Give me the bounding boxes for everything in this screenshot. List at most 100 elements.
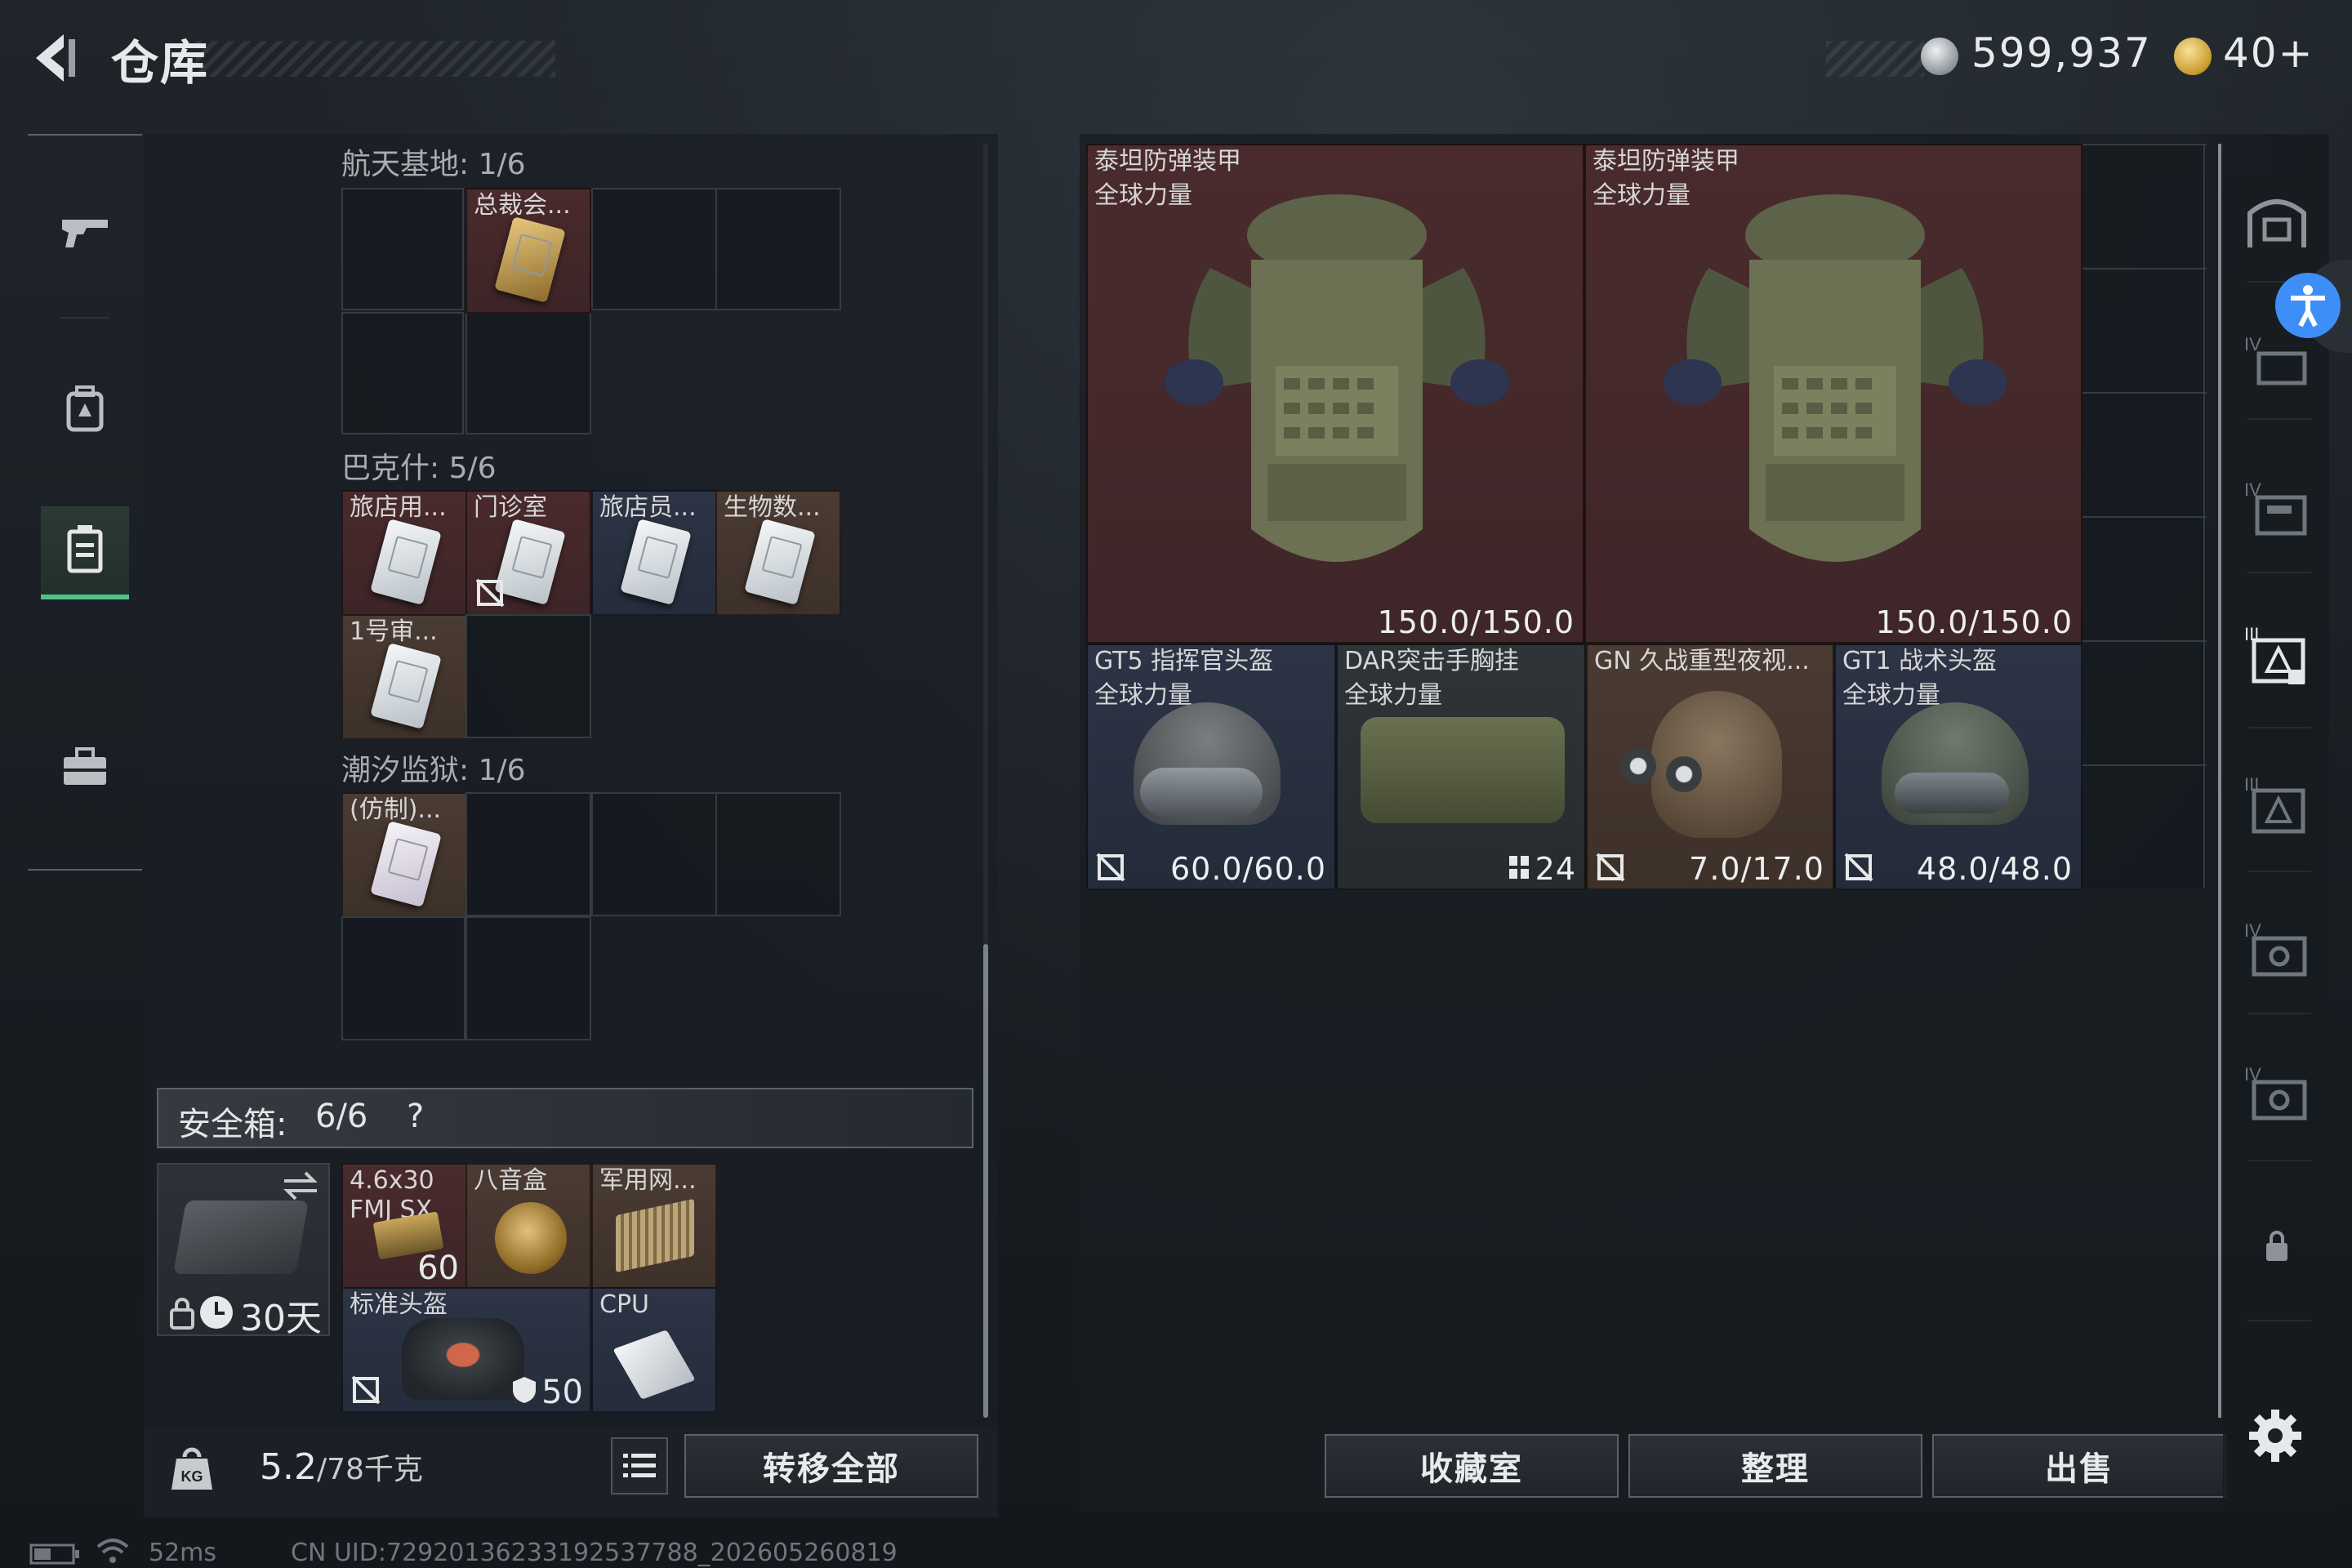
safe-box-count: 6/6 (315, 1098, 368, 1135)
item-name: GT1 战术头盔 (1842, 647, 1998, 675)
item-label: CPU (599, 1290, 649, 1319)
item-label: 八音盒 (474, 1166, 547, 1195)
safe-item[interactable]: CPU (591, 1287, 717, 1413)
current-weight: 5.2 (260, 1446, 317, 1488)
item-label: 1号审... (350, 617, 438, 646)
keycard-icon (370, 643, 442, 729)
keycard-icon (370, 821, 442, 907)
accessibility-button[interactable] (2275, 273, 2341, 338)
chest-rig-item[interactable]: DAR突击手胸挂 全球力量 24 (1336, 644, 1586, 890)
right-scrollbar[interactable] (2218, 144, 2221, 1418)
safe-case-icon (173, 1200, 309, 1274)
safe-item[interactable]: 4.6x30 FMJ SX 60 (341, 1163, 467, 1289)
nvg-lens-icon (1620, 748, 1656, 784)
body-armor-icon (1663, 194, 2007, 562)
backpack-icon (62, 384, 108, 436)
item-label: 总裁会... (474, 191, 571, 220)
cpu-icon (612, 1330, 696, 1400)
currency-stripe (1826, 41, 1924, 77)
no-trade-icon (351, 1375, 381, 1405)
storage-tab-main[interactable] (2239, 183, 2314, 258)
help-icon[interactable]: ? (407, 1098, 424, 1135)
keycard-case-icon (65, 523, 105, 577)
gun-icon (59, 212, 111, 256)
keycard-icon (494, 216, 566, 303)
item-label: 生物数... (724, 493, 821, 522)
wifi-icon (95, 1535, 131, 1568)
battery-icon (29, 1542, 82, 1568)
safe-item[interactable]: 军用网... (591, 1163, 717, 1289)
visor-icon (1140, 768, 1263, 817)
keycard-item[interactable]: 生物数... (715, 490, 841, 616)
keycard-item[interactable]: 门诊室 (466, 490, 591, 616)
keycard-item[interactable]: 1号审... (341, 614, 467, 740)
keycard-item[interactable]: 旅店用... (341, 490, 467, 616)
keycard-icon (370, 519, 442, 605)
weight-icon: KG (170, 1446, 214, 1491)
helmet-bag-icon (402, 1318, 524, 1400)
storage-tab-7[interactable]: IV (2239, 1055, 2314, 1130)
safe-item[interactable]: 标准头盔 50 (341, 1287, 591, 1413)
item-durability: 60.0/60.0 (1169, 851, 1326, 887)
storage-box-icon: IV (2244, 334, 2307, 385)
armor-shield-icon (513, 1377, 536, 1403)
svg-text:KG: KG (181, 1468, 203, 1485)
section-label: 潮汐监狱: 1/6 (341, 754, 526, 787)
storage-tab-4-active[interactable]: III (2239, 617, 2314, 693)
keycard-item[interactable]: 旅店员... (591, 490, 717, 616)
keycard-item[interactable]: 总裁会... (466, 188, 591, 314)
vault-icon (2247, 199, 2306, 247)
keycard-icon (744, 519, 816, 605)
armor-item[interactable]: 泰坦防弹装甲 全球力量 150.0/150.0 (1086, 144, 1584, 644)
nav-cases[interactable] (41, 725, 129, 813)
helmet-item[interactable]: GT1 战术头盔 全球力量 48.0/48.0 (1834, 644, 2082, 890)
lock-icon (168, 1297, 196, 1333)
list-view-button[interactable] (611, 1437, 668, 1494)
armor-item[interactable]: 泰坦防弹装甲 全球力量 150.0/150.0 (1584, 144, 2082, 644)
settings-icon[interactable] (2247, 1408, 2303, 1467)
music-box-icon (495, 1202, 567, 1274)
no-trade-icon (1844, 853, 1873, 882)
back-arrow-icon[interactable] (28, 29, 80, 87)
ping-readout: 52ms (149, 1539, 217, 1567)
storage-safe-icon: IV (2244, 1064, 2307, 1120)
keycard-item[interactable]: (仿制)... (341, 792, 467, 918)
swap-icon[interactable] (281, 1169, 320, 1205)
nav-weapons[interactable] (41, 189, 129, 278)
item-count: 50 (541, 1374, 583, 1411)
page-title: 仓库 (111, 35, 210, 91)
network-device-icon (616, 1198, 694, 1273)
storage-tab-locked[interactable] (2239, 1209, 2314, 1284)
helmet-item[interactable]: GN 久战重型夜视... 7.0/17.0 (1586, 644, 1834, 890)
item-label: (仿制)... (350, 795, 442, 824)
item-label: 旅店员... (599, 493, 697, 522)
item-faction: 全球力量 (1344, 681, 1442, 710)
storage-tab-6[interactable]: IV (2239, 911, 2314, 987)
storage-tab-5[interactable]: III (2239, 768, 2314, 843)
storage-tab-3[interactable]: IV (2239, 470, 2314, 546)
safe-box-title: 安全箱: (178, 1106, 287, 1143)
sort-button[interactable]: 整理 (1628, 1434, 1922, 1498)
item-name: 泰坦防弹装甲 (1592, 147, 1740, 176)
safe-item[interactable]: 八音盒 (466, 1163, 591, 1289)
gold-currency-value[interactable]: 40+ (2223, 29, 2314, 77)
svg-text:IV: IV (2244, 334, 2261, 354)
nvg-lens-icon (1666, 756, 1702, 792)
helmet-item[interactable]: GT5 指挥官头盔 全球力量 60.0/60.0 (1086, 644, 1336, 890)
silver-coin-icon (1921, 38, 1958, 75)
body-armor-icon (1165, 194, 1509, 562)
sell-button[interactable]: 出售 (1932, 1434, 2226, 1498)
left-scrollbar-thumb[interactable] (983, 944, 988, 1418)
collection-room-button[interactable]: 收藏室 (1325, 1434, 1619, 1498)
nav-equipment[interactable] (41, 366, 129, 454)
nav-keycards[interactable] (41, 506, 129, 599)
item-label: 门诊室 (474, 493, 547, 522)
briefcase-icon (60, 747, 109, 791)
uid-readout: CN UID:7292013623319253​7788_20260526081… (291, 1539, 898, 1567)
accessibility-icon (2291, 285, 2325, 327)
storage-grid-icon: III (2244, 624, 2305, 684)
clock-icon (198, 1294, 235, 1334)
item-count: 60 (417, 1250, 459, 1287)
no-trade-icon (1596, 853, 1625, 882)
transfer-all-button[interactable]: 转移全部 (684, 1434, 978, 1498)
